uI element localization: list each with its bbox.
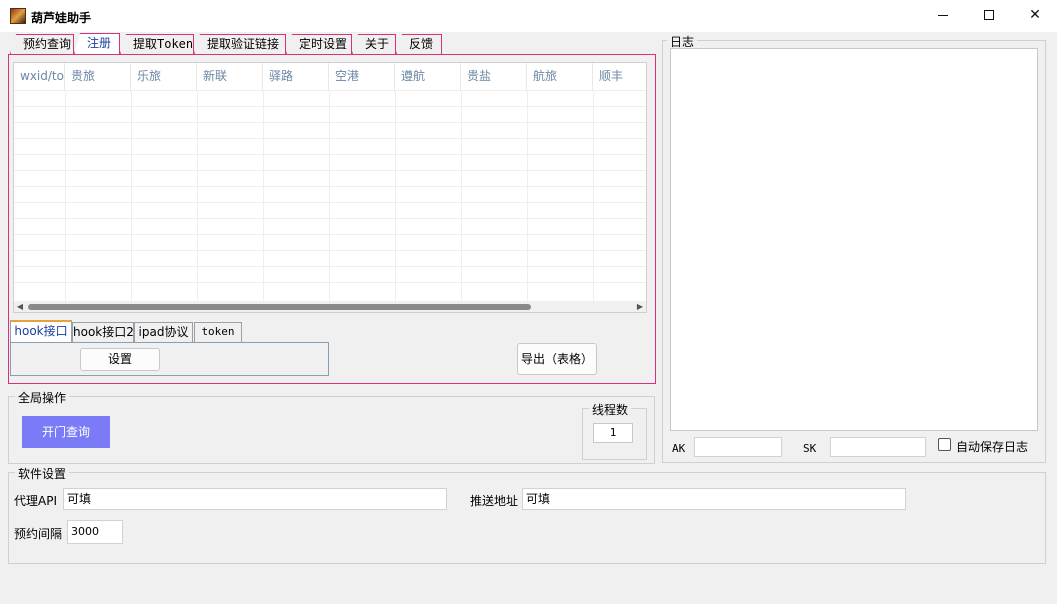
column-header[interactable]: wxid/to bbox=[14, 63, 65, 90]
tab-about[interactable]: 关于 bbox=[352, 34, 396, 54]
ak-input[interactable] bbox=[694, 437, 782, 457]
table-row[interactable] bbox=[14, 90, 646, 106]
app-logo-icon bbox=[10, 8, 26, 24]
scrollbar-thumb[interactable] bbox=[28, 304, 531, 310]
autosave-log-checkbox[interactable] bbox=[938, 438, 951, 451]
tab-extract-token[interactable]: 提取Token bbox=[120, 34, 194, 54]
column-header[interactable]: 顺丰 bbox=[593, 63, 646, 90]
proxy-api-label: 代理API bbox=[14, 494, 57, 508]
global-operations-label: 全局操作 bbox=[15, 389, 70, 406]
table-row[interactable] bbox=[14, 138, 646, 154]
software-settings-label: 软件设置 bbox=[15, 465, 70, 482]
close-button[interactable]: ✕ bbox=[1012, 0, 1057, 32]
column-header[interactable]: 驿路 bbox=[263, 63, 329, 90]
tab-reservation-query[interactable]: 预约查询 bbox=[10, 34, 74, 54]
thread-count-input[interactable]: 1 bbox=[593, 423, 633, 443]
table-row[interactable] bbox=[14, 234, 646, 250]
account-grid[interactable]: wxid/to 贵旅 乐旅 新联 驿路 空港 遵航 贵盐 航旅 顺丰 ◀ ▶ bbox=[13, 62, 647, 313]
open-query-button[interactable]: 开门查询 bbox=[22, 416, 110, 448]
scroll-right-icon[interactable]: ▶ bbox=[635, 302, 645, 312]
column-divider bbox=[593, 90, 594, 304]
scroll-left-icon[interactable]: ◀ bbox=[15, 302, 25, 312]
column-divider bbox=[197, 90, 198, 304]
column-header[interactable]: 航旅 bbox=[527, 63, 593, 90]
reservation-interval-label: 预约间隔 bbox=[14, 527, 63, 541]
tab-schedule-settings[interactable]: 定时设置 bbox=[286, 34, 352, 54]
thread-count-label: 线程数 bbox=[589, 401, 632, 418]
sk-input[interactable] bbox=[830, 437, 926, 457]
tab-extract-verify-link[interactable]: 提取验证链接 bbox=[194, 34, 286, 54]
hook-interface-panel: 设置 bbox=[10, 342, 329, 376]
autosave-log-label: 自动保存日志 bbox=[956, 440, 1029, 454]
tab-ipad-protocol[interactable]: ipad协议 bbox=[134, 322, 193, 342]
column-header[interactable]: 贵旅 bbox=[65, 63, 131, 90]
software-settings-group: 软件设置 bbox=[8, 465, 1046, 564]
ak-label: AK bbox=[672, 442, 686, 455]
app-window: 葫芦娃助手 ✕ 预约查询 注册 提取Token 提取验证链接 定时设置 关于 反… bbox=[0, 0, 1057, 604]
table-row[interactable] bbox=[14, 122, 646, 138]
column-divider bbox=[263, 90, 264, 304]
tab-register[interactable]: 注册 bbox=[74, 33, 120, 54]
column-header[interactable]: 贵盐 bbox=[461, 63, 527, 90]
minimize-button[interactable] bbox=[920, 0, 966, 32]
export-table-button[interactable]: 导出（表格） bbox=[517, 343, 597, 375]
column-divider bbox=[329, 90, 330, 304]
table-row[interactable] bbox=[14, 266, 646, 282]
tab-feedback[interactable]: 反馈 bbox=[396, 34, 442, 54]
tab-hook-interface-2[interactable]: hook接口2 bbox=[72, 322, 134, 342]
window-title: 葫芦娃助手 bbox=[31, 11, 92, 25]
close-icon: ✕ bbox=[1029, 7, 1041, 23]
column-header[interactable]: 遵航 bbox=[395, 63, 461, 90]
grid-header: wxid/to 贵旅 乐旅 新联 驿路 空港 遵航 贵盐 航旅 顺丰 bbox=[14, 63, 646, 90]
tab-hook-interface[interactable]: hook接口 bbox=[10, 320, 72, 342]
column-divider bbox=[527, 90, 528, 304]
log-textarea[interactable] bbox=[670, 48, 1038, 431]
column-header[interactable]: 乐旅 bbox=[131, 63, 197, 90]
table-row[interactable] bbox=[14, 186, 646, 202]
proxy-api-input[interactable]: 可填 bbox=[63, 488, 447, 510]
maximize-button[interactable] bbox=[966, 0, 1012, 32]
table-row[interactable] bbox=[14, 202, 646, 218]
reservation-interval-input[interactable]: 3000 bbox=[67, 520, 123, 544]
column-divider bbox=[395, 90, 396, 304]
column-header[interactable]: 空港 bbox=[329, 63, 395, 90]
table-row[interactable] bbox=[14, 282, 646, 298]
minimize-icon bbox=[938, 14, 948, 16]
sk-label: SK bbox=[803, 442, 817, 455]
table-row[interactable] bbox=[14, 218, 646, 234]
table-row[interactable] bbox=[14, 250, 646, 266]
tab-token[interactable]: token bbox=[194, 322, 242, 342]
column-divider bbox=[461, 90, 462, 304]
title-bar: 葫芦娃助手 ✕ bbox=[0, 0, 1057, 32]
column-divider bbox=[65, 90, 66, 304]
column-divider bbox=[131, 90, 132, 304]
horizontal-scrollbar[interactable]: ◀ ▶ bbox=[14, 301, 646, 312]
table-row[interactable] bbox=[14, 106, 646, 122]
table-row[interactable] bbox=[14, 154, 646, 170]
settings-button[interactable]: 设置 bbox=[80, 348, 160, 371]
push-url-label: 推送地址 bbox=[470, 494, 519, 508]
maximize-icon bbox=[984, 10, 994, 20]
table-row[interactable] bbox=[14, 170, 646, 186]
push-url-input[interactable]: 可填 bbox=[522, 488, 906, 510]
column-header[interactable]: 新联 bbox=[197, 63, 263, 90]
